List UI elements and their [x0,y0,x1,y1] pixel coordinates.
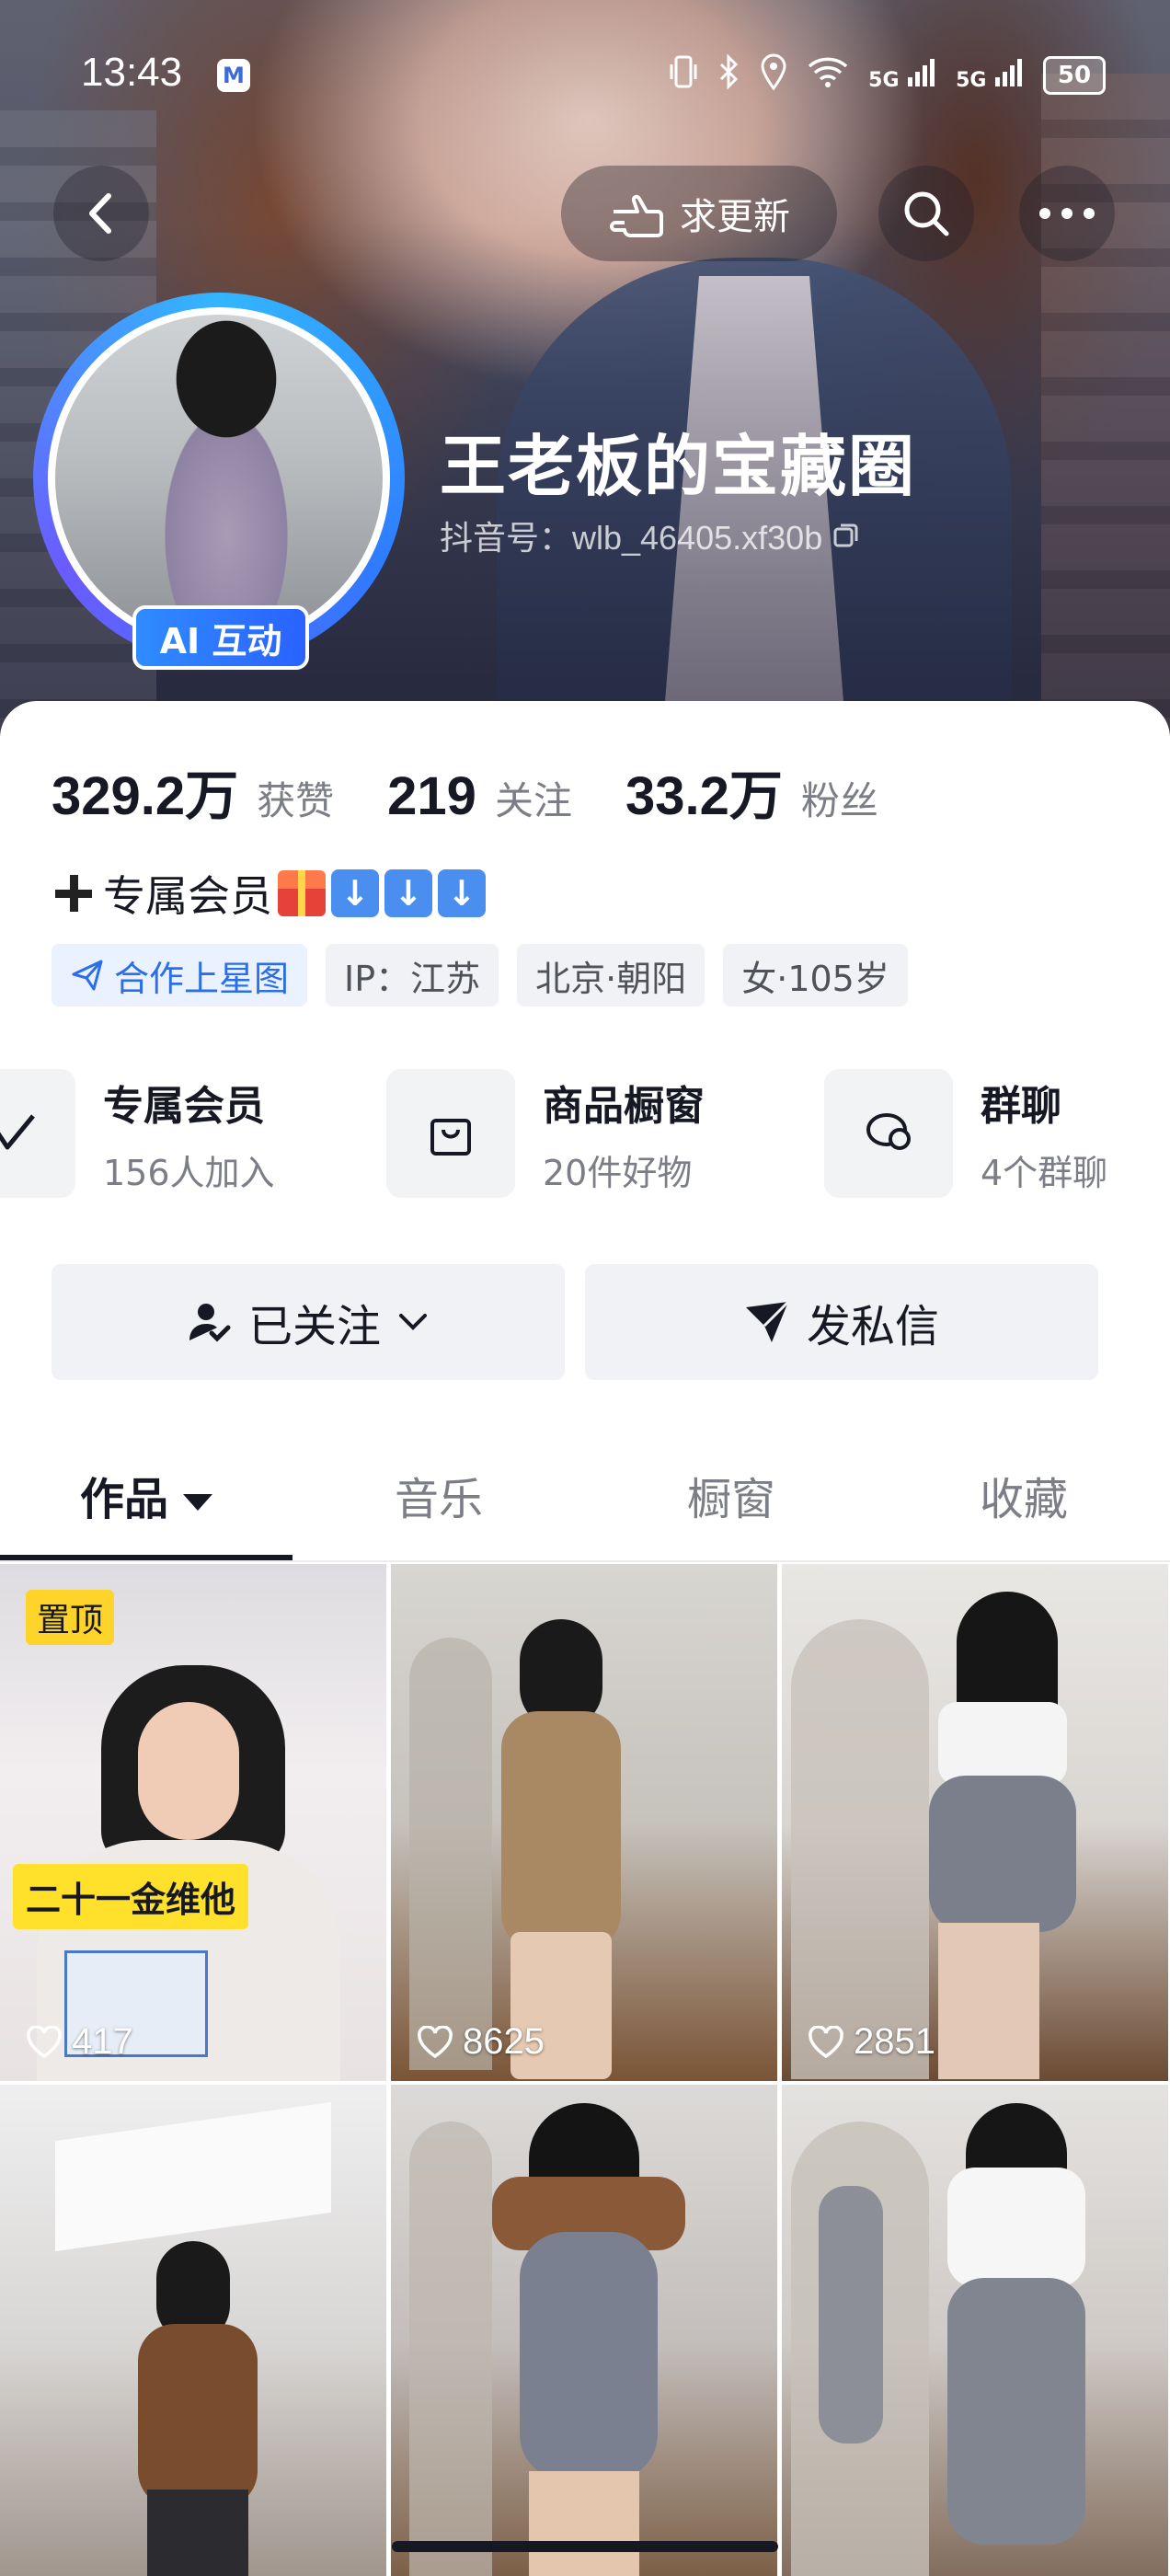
gift-icon [278,870,326,916]
shop-window-title: 商品橱窗 [543,1082,705,1130]
down-arrow-icon: ↓ [384,869,432,917]
user-check-icon [189,1304,231,1342]
likes-count[interactable]: 329.2万 [52,753,238,830]
ai-interact-badge[interactable]: AI 互动 [132,605,309,670]
likes-count: 2851 [854,2021,935,2062]
video-caption: 二十一金维他 [13,1864,249,1929]
xingtu-tag-label: 合作上星图 [114,958,290,999]
gender-age-tag: 女·105岁 [723,944,908,1006]
home-indicator[interactable] [392,2541,778,2552]
followers-count[interactable]: 33.2万 [625,753,783,830]
video-thumbnail[interactable]: 8625 [391,1564,777,2081]
following-button[interactable]: 已关注 [52,1264,565,1380]
pointing-hand-icon [610,194,663,237]
video-thumbnail[interactable] [391,2085,777,2576]
group-chat-subtitle: 4个群聊 [981,1152,1108,1193]
likes-count: 417 [72,2021,133,2062]
heart-icon [27,2025,62,2058]
app-notification-icon: M [217,59,250,92]
chevron-left-icon [89,193,111,234]
profile-name: 王老板的宝藏圈 [440,428,917,505]
search-button[interactable] [878,166,974,261]
paper-plane-icon [72,960,103,991]
request-update-button[interactable]: 求更新 [561,166,837,261]
video-thumbnail[interactable] [782,2085,1168,2576]
profile-actions: 已关注 发私信 [52,1264,1098,1380]
plus-icon [52,871,96,915]
douyin-id-text: 抖音号：wlb_46405.xf30b [440,519,823,557]
status-time: 13:43 [81,50,183,95]
bio-text: 专属会员 [103,871,272,921]
following-count[interactable]: 219 [387,765,476,827]
group-chat-title: 群聊 [981,1082,1061,1130]
video-likes: 417 [26,2021,133,2063]
profile-page: 13:43 M 5G 5G 50 求更新 AI 互动 王老板的宝藏圈 抖音号：w… [0,0,1170,2576]
city-tag: 北京·朝阳 [517,944,705,1006]
wifi-icon [808,55,848,96]
more-dots-icon [1039,208,1095,219]
douyin-id[interactable]: 抖音号：wlb_46405.xf30b [440,512,861,559]
likes-label: 获赞 [257,778,335,823]
membership-title: 专属会员 [103,1082,265,1130]
tab-music[interactable]: 音乐 [292,1463,585,1527]
down-arrow-icon: ↓ [438,869,486,917]
status-bar: 13:43 M 5G 5G 50 [0,46,1170,110]
profile-tags: 合作上星图 IP：江苏 北京·朝阳 女·105岁 [52,944,908,1006]
shop-window-entry[interactable]: 商品橱窗 20件好物 [386,1069,705,1198]
tab-favorites[interactable]: 收藏 [878,1463,1170,1527]
copy-icon[interactable] [832,521,861,550]
heart-icon [418,2025,453,2058]
ip-location-tag: IP：江苏 [326,944,499,1006]
shopping-bag-icon [386,1069,515,1198]
down-arrow-icon: ↓ [331,869,379,917]
likes-count: 8625 [463,2021,545,2062]
request-update-label: 求更新 [680,196,790,238]
vibrate-icon [670,53,697,98]
bluetooth-icon [717,53,740,98]
group-chat-entry[interactable]: 群聊 4个群聊 [824,1069,1107,1198]
signal-icon: 5G [868,57,935,94]
chevron-down-icon [399,1314,427,1330]
battery-icon: 50 [1043,56,1106,95]
membership-subtitle: 156人加入 [103,1152,275,1193]
video-thumbnail[interactable] [0,2085,386,2576]
followers-label: 粉丝 [800,778,878,823]
signal-icon-2: 5G [956,57,1023,94]
content-tabs: 作品 音乐 橱窗 收藏 [0,1454,1170,1562]
chat-bubbles-icon [824,1069,953,1198]
pinned-badge: 置顶 [26,1590,115,1645]
xingtu-cooperation-tag[interactable]: 合作上星图 [52,944,308,1006]
send-message-button[interactable]: 发私信 [585,1264,1098,1380]
video-thumbnail[interactable]: 2851 [782,1564,1168,2081]
profile-stats: 329.2万 获赞 219 关注 33.2万 粉丝 [52,753,932,830]
tab-works-label: 作品 [79,1474,168,1525]
back-button[interactable] [53,166,149,261]
heart-icon [809,2025,843,2058]
more-button[interactable] [1019,166,1115,261]
send-message-label: 发私信 [806,1301,939,1352]
send-icon [745,1300,790,1342]
profile-bio: 专属会员 ↓ ↓ ↓ [52,863,486,924]
following-label: 已关注 [247,1301,381,1352]
search-icon [904,191,949,236]
location-icon [760,53,787,98]
avatar[interactable] [48,307,390,650]
membership-entry[interactable]: 专属会员 156人加入 [0,1069,275,1198]
caret-down-icon[interactable] [183,1494,212,1511]
video-thumbnail[interactable]: 置顶 二十一金维他 417 [0,1564,386,2081]
tab-works[interactable]: 作品 [0,1463,292,1527]
feature-entries: 专属会员 156人加入 商品橱窗 20件好物 群聊 4个群聊 [0,1069,1170,1198]
video-likes: 2851 [808,2021,935,2063]
video-likes: 8625 [417,2021,545,2063]
tab-shop-window[interactable]: 橱窗 [585,1463,878,1527]
shop-window-subtitle: 20件好物 [543,1152,693,1193]
active-tab-indicator [0,1555,292,1560]
following-label: 关注 [494,778,572,823]
vip-icon [0,1069,75,1198]
